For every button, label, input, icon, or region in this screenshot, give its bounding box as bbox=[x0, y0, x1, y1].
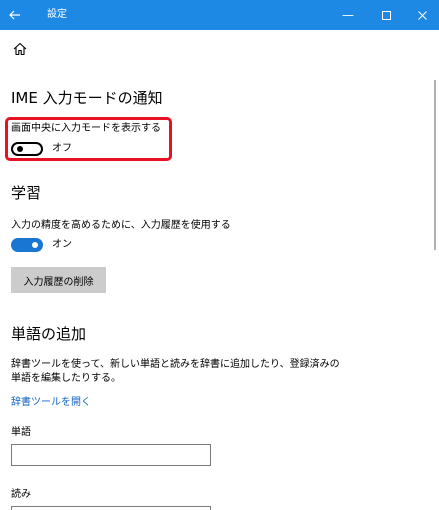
use-history-toggle[interactable] bbox=[11, 238, 43, 252]
learning-heading: 学習 bbox=[11, 184, 42, 202]
scrollbar[interactable] bbox=[434, 80, 436, 250]
close-icon bbox=[417, 10, 427, 20]
add-word-description: 辞書ツールを使って、新しい単語と読みを辞書に追加したり、登録済みの単語を編集した… bbox=[11, 359, 340, 384]
add-word-heading: 単語の追加 bbox=[11, 325, 87, 343]
use-history-toggle-state: オン bbox=[52, 239, 72, 250]
home-icon bbox=[13, 42, 27, 56]
center-mode-label: 画面中央に入力モードを表示する bbox=[11, 123, 161, 134]
reading-input[interactable] bbox=[11, 506, 211, 510]
minimize-button[interactable]: — bbox=[331, 0, 365, 30]
word-label: 単語 bbox=[11, 427, 31, 438]
back-button[interactable] bbox=[0, 0, 30, 30]
window-title: 設定 bbox=[47, 9, 67, 20]
toggle-knob bbox=[32, 242, 38, 248]
back-arrow-icon bbox=[9, 10, 20, 20]
title-bar: 設定 — bbox=[0, 0, 439, 30]
close-button[interactable] bbox=[405, 0, 439, 30]
maximize-icon bbox=[381, 10, 391, 20]
toggle-knob bbox=[17, 146, 23, 152]
delete-history-button[interactable]: 入力履歴の削除 bbox=[11, 267, 106, 293]
ime-notification-heading: IME 入力モードの通知 bbox=[11, 89, 163, 107]
reading-label: 読み bbox=[11, 489, 31, 500]
maximize-button[interactable] bbox=[369, 0, 403, 30]
center-mode-toggle[interactable] bbox=[11, 142, 43, 156]
open-dictionary-tool-link[interactable]: 辞書ツールを開く bbox=[11, 396, 91, 410]
word-input[interactable] bbox=[11, 444, 211, 466]
settings-window: 設定 — IME 入力モードの通知 画面中央に入力モードを表示する オフ 学習 … bbox=[0, 0, 439, 510]
center-mode-toggle-state: オフ bbox=[52, 143, 72, 154]
home-button[interactable] bbox=[12, 41, 28, 57]
use-history-label: 入力の精度を高めるために、入力履歴を使用する bbox=[11, 220, 231, 231]
